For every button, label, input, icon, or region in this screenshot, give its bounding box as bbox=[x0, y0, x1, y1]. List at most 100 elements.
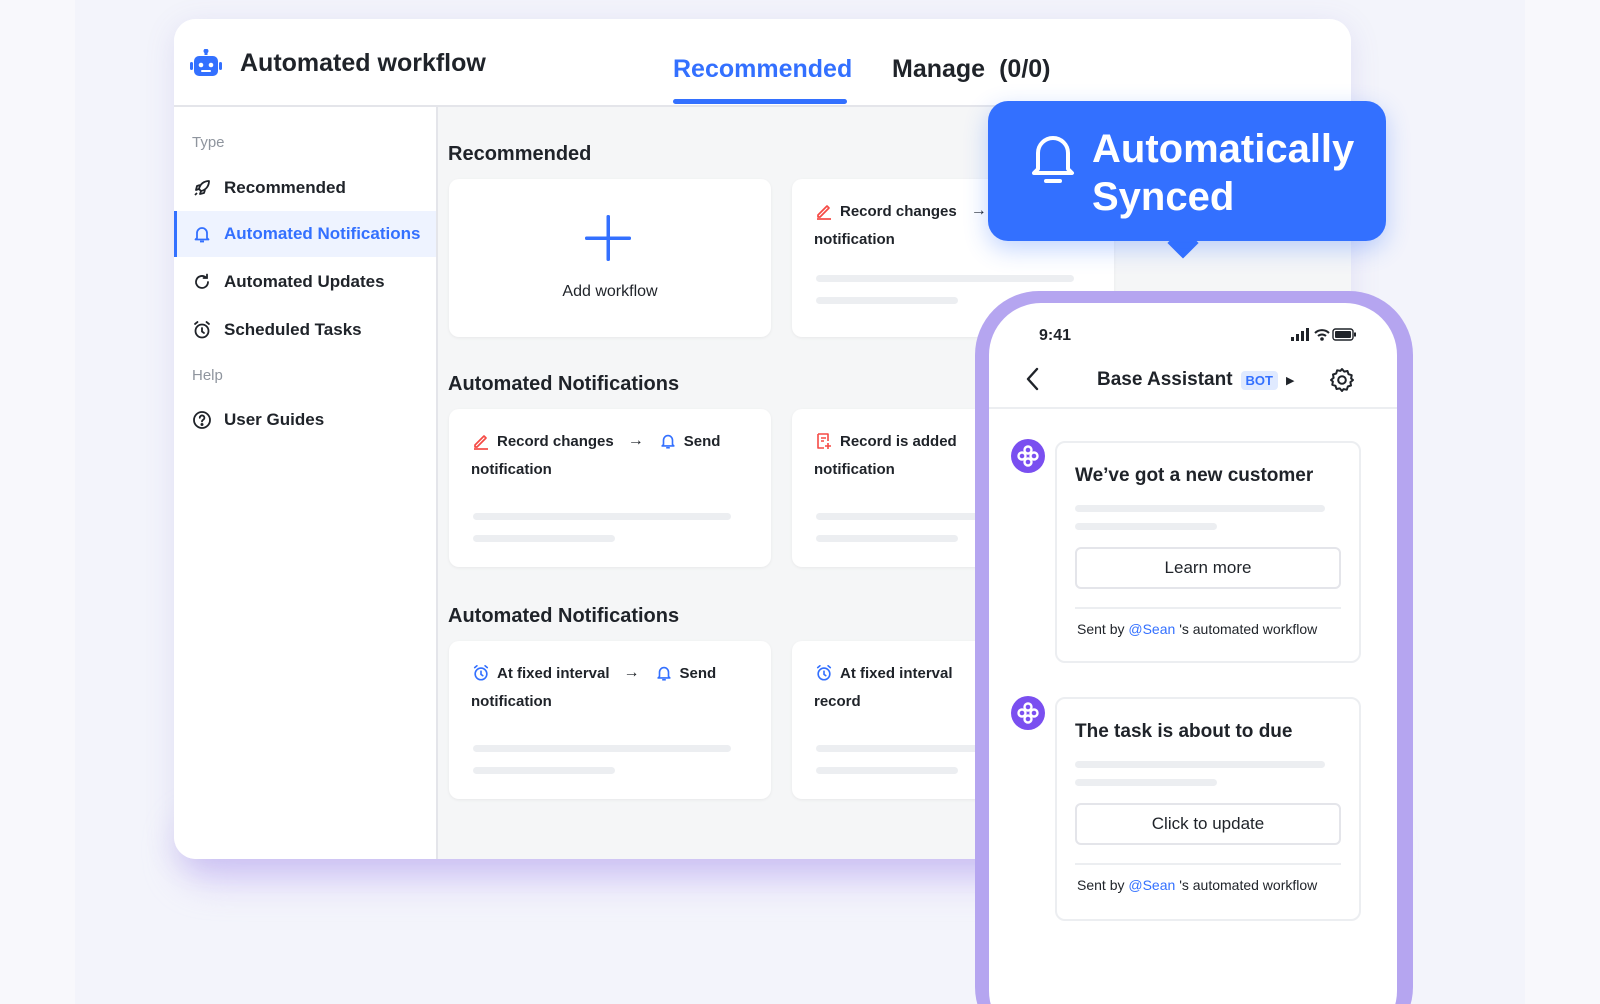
placeholder-line bbox=[473, 745, 731, 752]
card-trigger-label: Record is added bbox=[840, 432, 957, 450]
sidebar-item-automated-notifications[interactable]: Automated Notifications bbox=[174, 211, 436, 257]
chat-title[interactable]: Base Assistant BOT ▶ bbox=[1097, 369, 1294, 391]
placeholder-line bbox=[1075, 761, 1325, 768]
sidebar-item-label: Automated Updates bbox=[224, 272, 385, 291]
gear-icon[interactable] bbox=[1329, 367, 1355, 393]
tab-manage-label: Manage bbox=[892, 55, 986, 83]
status-bar-icons bbox=[1291, 328, 1356, 341]
callout-line2: Synced bbox=[1092, 175, 1235, 219]
message-card: The task is about to due Click to update… bbox=[1055, 697, 1361, 921]
arrow-right-icon: → bbox=[627, 432, 644, 449]
status-time: 9:41 bbox=[1039, 327, 1072, 344]
tab-manage[interactable]: Manage (0/0) bbox=[892, 55, 1051, 84]
workflow-card[interactable]: At fixed interval → Send notification bbox=[449, 641, 771, 799]
sent-by-label: Sent by bbox=[1077, 621, 1125, 637]
chat-header: Base Assistant BOT ▶ bbox=[989, 353, 1397, 409]
plus-icon bbox=[585, 215, 631, 261]
sidebar-item-label: Automated Notifications bbox=[224, 224, 421, 243]
chat-title-label: Base Assistant bbox=[1097, 369, 1233, 390]
click-to-update-button[interactable]: Click to update bbox=[1075, 803, 1341, 845]
bot-badge: BOT bbox=[1240, 370, 1278, 390]
record-add-icon bbox=[814, 431, 834, 451]
tab-recommended[interactable]: Recommended bbox=[673, 55, 852, 84]
card-trigger-label: At fixed interval bbox=[497, 664, 610, 682]
question-circle-icon bbox=[192, 410, 212, 430]
phone-frame: 9:41 Base Assistant BOT ▶ We’ve got a ne… bbox=[975, 291, 1413, 1004]
placeholder-line bbox=[1075, 505, 1325, 512]
card-line2: notification bbox=[814, 231, 895, 248]
sidebar-item-label: Scheduled Tasks bbox=[224, 320, 362, 339]
background-right-panel bbox=[1525, 0, 1600, 1004]
robot-icon bbox=[190, 49, 222, 76]
section-title: Automated Notifications bbox=[448, 373, 680, 395]
bell-icon bbox=[654, 663, 674, 683]
bell-icon bbox=[192, 224, 212, 244]
alarm-clock-icon bbox=[471, 663, 491, 683]
section-title: Recommended bbox=[448, 143, 592, 165]
app-title: Automated workflow bbox=[240, 49, 486, 77]
add-workflow-card[interactable]: Add workflow bbox=[449, 179, 771, 337]
section-title: Automated Notifications bbox=[448, 605, 680, 627]
flower-icon bbox=[1017, 445, 1039, 467]
user-mention[interactable]: @Sean bbox=[1128, 621, 1175, 637]
window-header: Automated workflow Recommended Manage (0/… bbox=[174, 19, 1351, 107]
bot-avatar bbox=[1011, 696, 1045, 730]
message-divider bbox=[1075, 607, 1341, 609]
sidebar-item-user-guides[interactable]: User Guides bbox=[174, 397, 436, 443]
sidebar-heading-help: Help bbox=[192, 367, 223, 384]
active-tab-indicator bbox=[673, 99, 847, 104]
sent-by-label: Sent by bbox=[1077, 877, 1125, 893]
placeholder-line bbox=[473, 513, 731, 520]
sidebar-item-recommended[interactable]: Recommended bbox=[174, 165, 436, 211]
placeholder-line bbox=[816, 535, 958, 542]
learn-more-button[interactable]: Learn more bbox=[1075, 547, 1341, 589]
message-footer: Sent by @Sean 's automated workflow bbox=[1077, 877, 1317, 893]
card-trigger-label: Record changes bbox=[840, 202, 957, 220]
bell-icon bbox=[658, 431, 678, 451]
caret-right-icon: ▶ bbox=[1285, 374, 1295, 387]
card-action-label: Send bbox=[683, 432, 721, 450]
sidebar-item-label: Recommended bbox=[224, 178, 346, 197]
refresh-icon bbox=[192, 272, 212, 292]
card-action-label: Send bbox=[679, 664, 717, 682]
arrow-right-icon: → bbox=[623, 664, 640, 681]
user-mention[interactable]: @Sean bbox=[1128, 877, 1175, 893]
footer-suffix: 's automated workflow bbox=[1179, 877, 1318, 893]
placeholder-line bbox=[473, 535, 615, 542]
bot-avatar bbox=[1011, 439, 1045, 473]
message-footer: Sent by @Sean 's automated workflow bbox=[1077, 621, 1317, 637]
synced-callout: Automatically Synced bbox=[988, 101, 1386, 241]
sidebar-item-label: User Guides bbox=[224, 410, 325, 429]
add-workflow-label: Add workflow bbox=[562, 283, 658, 300]
bell-icon bbox=[1032, 136, 1074, 183]
placeholder-line bbox=[1075, 779, 1217, 786]
sidebar-item-automated-updates[interactable]: Automated Updates bbox=[174, 259, 436, 305]
card-trigger-label: Record changes bbox=[497, 432, 614, 450]
alarm-clock-icon bbox=[192, 320, 212, 340]
card-line2: notification bbox=[471, 461, 552, 478]
placeholder-line bbox=[1075, 523, 1217, 530]
pencil-icon bbox=[471, 431, 491, 451]
card-line2: notification bbox=[814, 461, 895, 478]
alarm-clock-icon bbox=[814, 663, 834, 683]
placeholder-line bbox=[473, 767, 615, 774]
placeholder-line bbox=[816, 297, 958, 304]
flower-icon bbox=[1017, 702, 1039, 724]
background-left-panel bbox=[0, 0, 75, 1004]
callout-text: Automatically Synced bbox=[1092, 125, 1354, 221]
phone-screen: 9:41 Base Assistant BOT ▶ We’ve got a ne… bbox=[989, 303, 1397, 1004]
message-divider bbox=[1075, 863, 1341, 865]
pencil-icon bbox=[814, 201, 834, 221]
placeholder-line bbox=[816, 275, 1074, 282]
sidebar-heading-type: Type bbox=[192, 134, 225, 151]
message-card: We’ve got a new customer Learn more Sent… bbox=[1055, 441, 1361, 663]
sidebar-item-scheduled-tasks[interactable]: Scheduled Tasks bbox=[174, 307, 436, 353]
footer-suffix: 's automated workflow bbox=[1179, 621, 1318, 637]
placeholder-line bbox=[816, 767, 958, 774]
message-title: The task is about to due bbox=[1075, 721, 1293, 742]
callout-line1: Automatically bbox=[1092, 127, 1355, 171]
tab-manage-count: (0/0) bbox=[999, 55, 1051, 83]
back-icon[interactable] bbox=[1023, 365, 1041, 393]
workflow-card[interactable]: Record changes → Send notification bbox=[449, 409, 771, 567]
arrow-right-icon: → bbox=[970, 202, 987, 219]
